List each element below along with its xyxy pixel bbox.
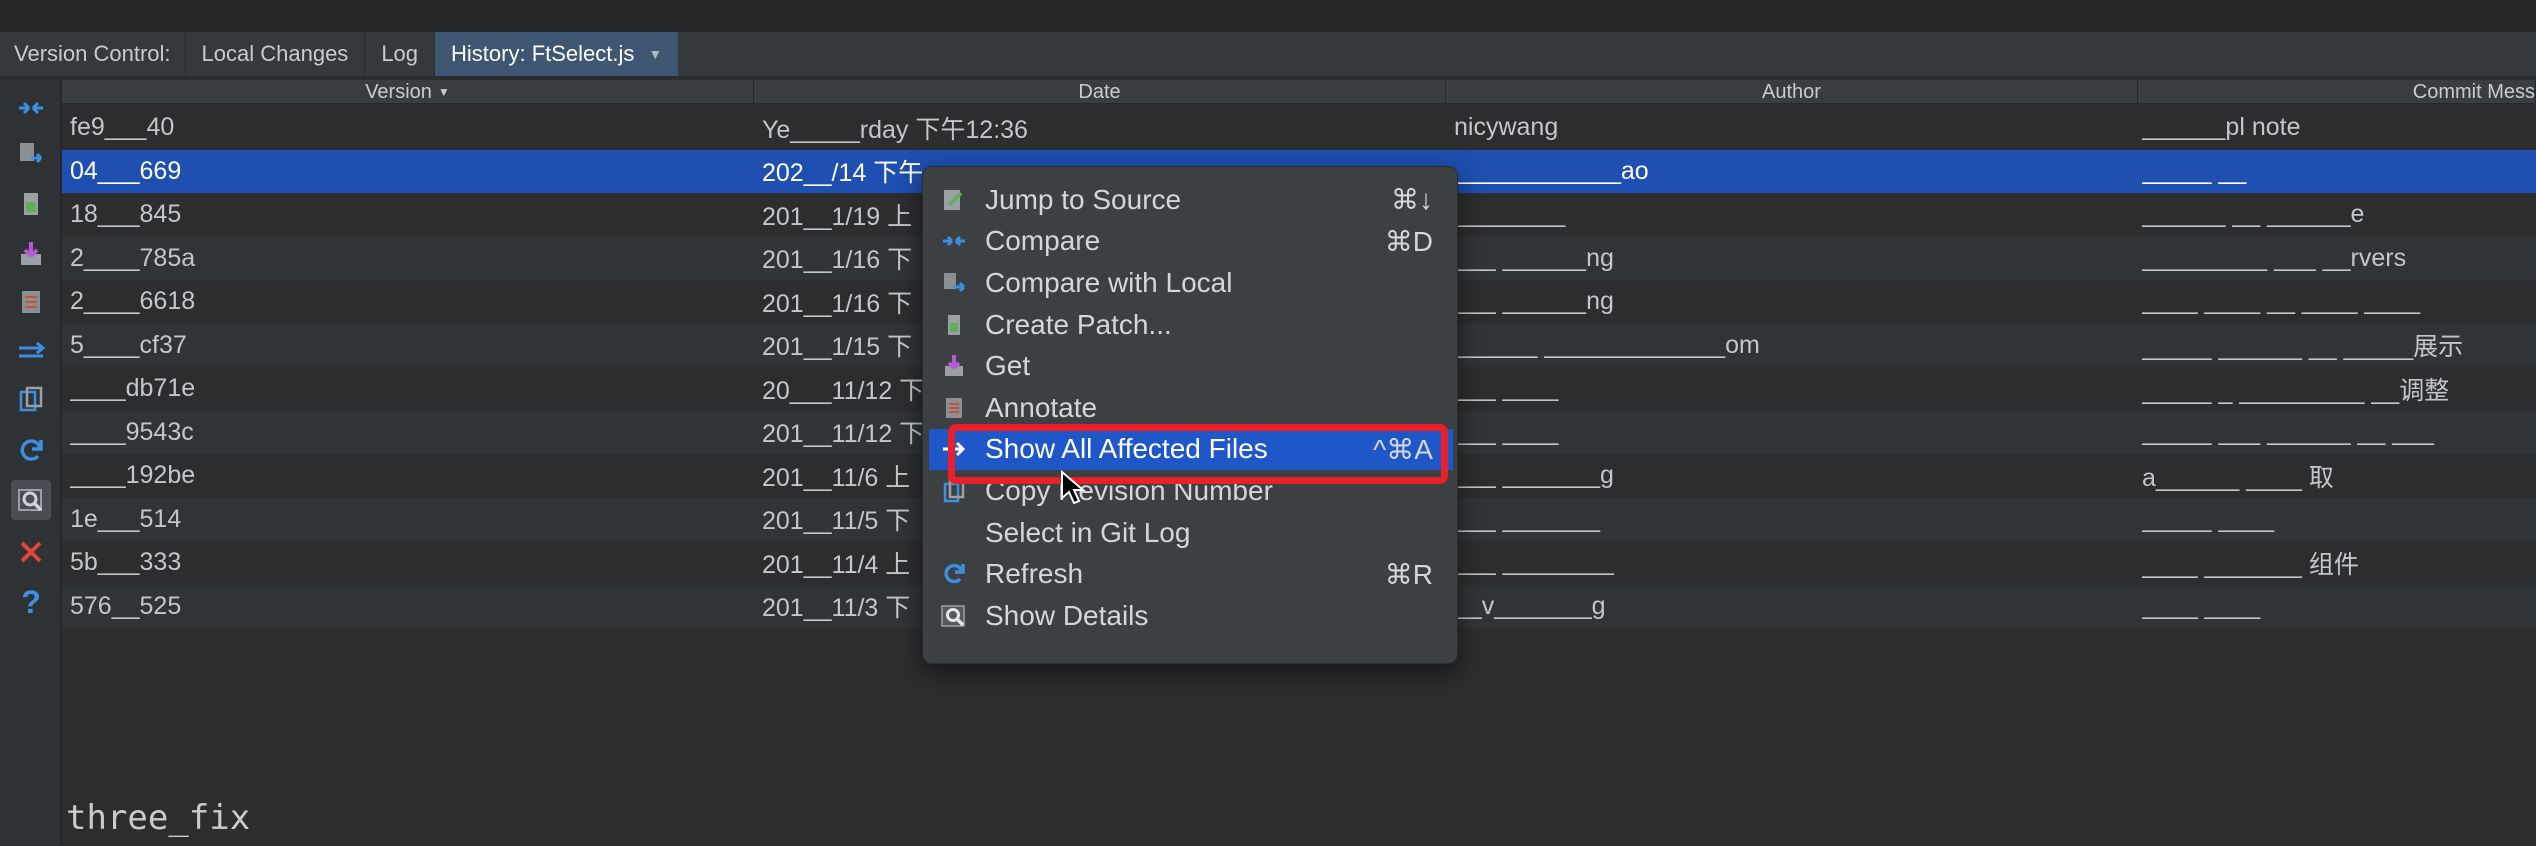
tab-local-changes[interactable]: Local Changes xyxy=(184,32,365,76)
sort-desc-icon: ▼ xyxy=(437,85,450,99)
tab-history[interactable]: History: FtSelect.js ▼ xyxy=(434,32,679,76)
refresh-tool-icon[interactable] xyxy=(11,430,51,470)
get-icon xyxy=(939,351,969,381)
compare-icon xyxy=(939,226,969,256)
menu-item-get[interactable]: Get xyxy=(929,345,1453,387)
version-control-label: Version Control: xyxy=(14,41,171,66)
compare-tool-icon[interactable] xyxy=(11,88,51,128)
history-table-header: Version ▼ Date Author Commit Mess xyxy=(62,80,2536,104)
tool-window-tab-bar: Version Control: Local Changes Log Histo… xyxy=(0,32,2536,78)
menu-item-jump-to-source[interactable]: Jump to Source ⌘↓ xyxy=(929,179,1453,221)
column-version-label: Version xyxy=(365,80,432,103)
menu-item-copy-revision-number[interactable]: Copy Revision Number xyxy=(929,470,1453,512)
compare-with-local-icon xyxy=(939,268,969,298)
menu-item-refresh[interactable]: Refresh ⌘R xyxy=(929,553,1453,595)
column-header-date[interactable]: Date xyxy=(754,80,1446,104)
annotate-tool-icon[interactable] xyxy=(11,282,51,322)
column-header-commit-message[interactable]: Commit Mess xyxy=(2138,80,2536,104)
menu-item-annotate[interactable]: Annotate xyxy=(929,387,1453,429)
menu-item-compare-with-local[interactable]: Compare with Local xyxy=(929,262,1453,304)
tab-history-label: History: FtSelect.js xyxy=(451,41,635,66)
compare-with-local-tool-icon[interactable] xyxy=(11,134,51,174)
close-icon[interactable] xyxy=(11,532,51,572)
create-patch-icon xyxy=(939,310,969,340)
column-header-author[interactable]: Author xyxy=(1446,80,2138,104)
menu-item-show-details[interactable]: Show Details xyxy=(929,595,1453,637)
copy-icon xyxy=(939,476,969,506)
history-toolbar: ? xyxy=(0,80,62,846)
refresh-icon xyxy=(939,559,969,589)
menu-item-create-patch[interactable]: Create Patch... xyxy=(929,304,1453,346)
help-icon[interactable]: ? xyxy=(11,582,51,622)
create-patch-tool-icon[interactable] xyxy=(11,184,51,224)
get-tool-icon[interactable] xyxy=(11,234,51,274)
column-header-version[interactable]: Version ▼ xyxy=(62,80,754,104)
jump-to-source-icon xyxy=(939,185,969,215)
menu-item-show-all-affected-files[interactable]: Show All Affected Files ^⌘A xyxy=(929,428,1453,471)
affected-files-tool-icon[interactable] xyxy=(11,380,51,420)
table-row[interactable]: fe9___40 Ye_____rday 下午12:36 nicywang __… xyxy=(62,106,2536,150)
compare-alt-tool-icon[interactable] xyxy=(11,332,51,372)
commit-message-details: three_fix xyxy=(66,798,251,838)
annotate-icon xyxy=(939,393,969,423)
menu-item-select-in-git-log[interactable]: Select in Git Log xyxy=(929,512,1453,554)
context-menu: Jump to Source ⌘↓ Compare ⌘D Compare wit… xyxy=(922,166,1458,664)
show-details-tool-icon[interactable] xyxy=(11,480,51,520)
show-details-icon xyxy=(939,601,969,631)
window-top-bar xyxy=(0,0,2536,32)
menu-item-compare[interactable]: Compare ⌘D xyxy=(929,221,1453,263)
tab-log[interactable]: Log xyxy=(364,32,434,76)
chevron-down-icon[interactable]: ▼ xyxy=(648,46,662,62)
mouse-pointer-icon xyxy=(1060,469,1086,511)
affected-files-icon xyxy=(939,434,969,464)
